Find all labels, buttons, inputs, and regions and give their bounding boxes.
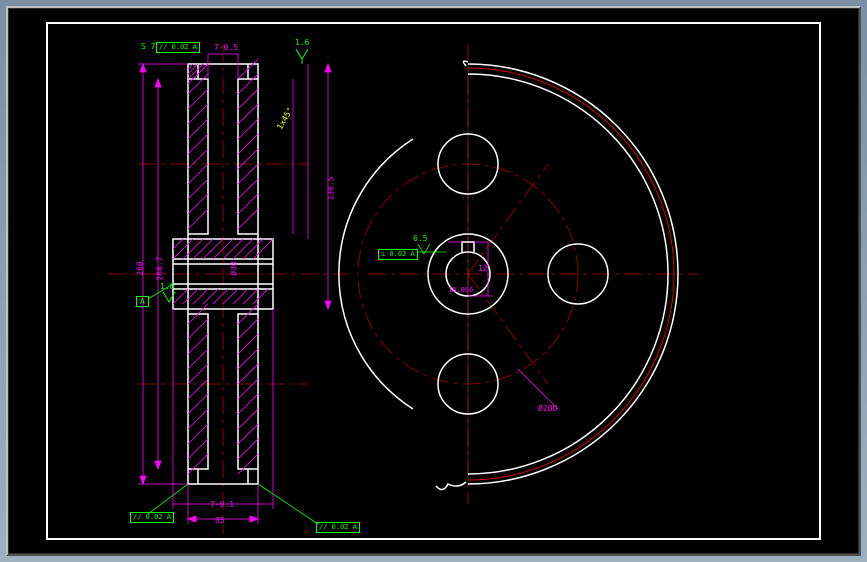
dim-key: 12 xyxy=(478,264,488,273)
datum-a: A xyxy=(136,296,149,307)
tol-frame-bl: // 0.02 A xyxy=(130,512,174,523)
tol-s7: S 7 xyxy=(141,42,155,51)
sf-key: 6.5 xyxy=(413,234,427,243)
tol-frame-mid: ⊥ 0.02 A xyxy=(378,249,418,260)
dim-top-width: 7-0.5 xyxy=(214,43,238,52)
tol-frame-top: // 0.02 A xyxy=(156,42,200,53)
cad-window-frame: 85 7-0.1 7-0.5 260 266.7 130.5 Ø30 12 18… xyxy=(6,6,861,556)
dim-outer: 266.7 xyxy=(156,256,165,280)
sf-top: 1.6 xyxy=(295,38,309,47)
sf-bore: 1.6 xyxy=(160,282,174,291)
surface-finish-top xyxy=(296,49,308,59)
surface-finish-key xyxy=(418,244,430,254)
hatch-left-rim xyxy=(188,64,208,229)
dim-key-ref: 18.066 xyxy=(448,286,473,294)
tol-frame-br: // 0.02 A xyxy=(316,522,360,533)
hatch-right-rim xyxy=(238,59,258,229)
drawing-border: 85 7-0.1 7-0.5 260 266.7 130.5 Ø30 12 18… xyxy=(46,22,821,540)
dim-width: 85 xyxy=(215,516,225,525)
dim-bore: Ø30 xyxy=(230,261,239,275)
drawing-canvas[interactable]: 85 7-0.1 7-0.5 260 266.7 130.5 Ø30 12 18… xyxy=(48,24,819,538)
dim-pitch-dia: 260 xyxy=(136,261,145,275)
dim-bolt-circle: Ø200 xyxy=(538,404,557,413)
front-half-view xyxy=(339,44,698,504)
dim-half-r: 130.5 xyxy=(327,176,336,200)
dim-hub-width: 7-0.1 xyxy=(210,500,234,509)
